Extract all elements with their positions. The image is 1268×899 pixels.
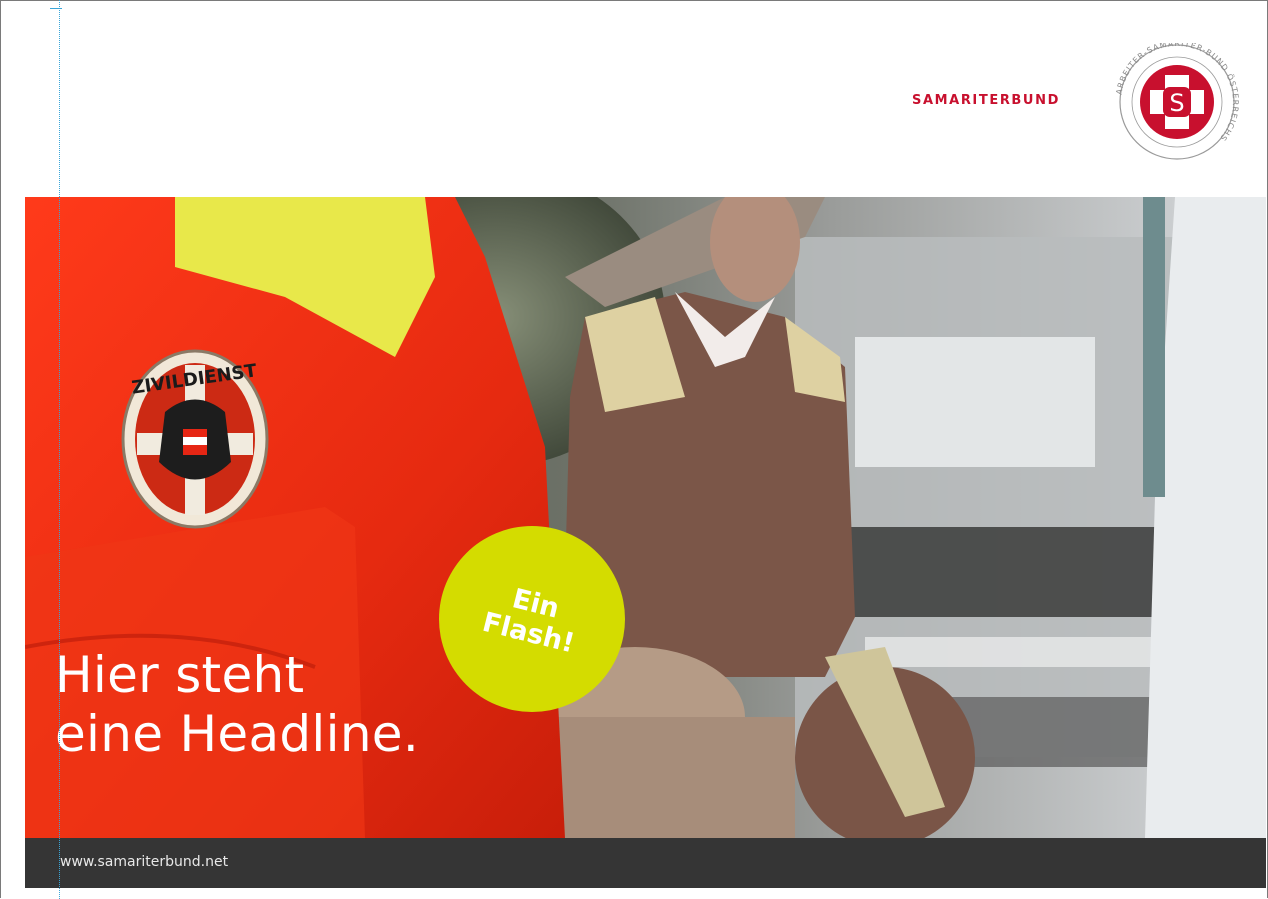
samariterbund-seal-logo: ARBEITER-SAMARITER-BUND ÖSTERREICHS S <box>1114 43 1239 160</box>
zivildienst-patch: ZIVILDIENST <box>121 349 269 529</box>
footer-url-link[interactable]: www.samariterbund.net <box>60 854 228 870</box>
seal-letter: S <box>1169 89 1184 117</box>
headline-line-2: eine Headline. <box>55 705 420 763</box>
footer-bar: www.samariterbund.net <box>25 838 1266 888</box>
guide-mark <box>50 8 62 9</box>
brand-wordmark: SAMARITERBUND <box>912 93 1060 108</box>
headline-line-1: Hier steht <box>55 646 305 704</box>
headline: Hier steht eine Headline. <box>55 646 419 764</box>
flash-badge: Ein Flash! <box>439 526 625 712</box>
guide-line <box>59 0 60 899</box>
